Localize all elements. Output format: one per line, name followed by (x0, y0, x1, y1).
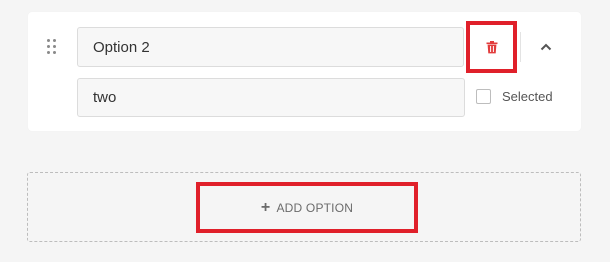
chevron-up-icon (540, 43, 552, 51)
collapse-button[interactable] (535, 36, 557, 58)
option-label-input[interactable] (93, 38, 448, 56)
option-label-field[interactable] (77, 27, 464, 67)
delete-option-button[interactable] (466, 21, 517, 73)
drag-handle-icon[interactable] (47, 39, 57, 55)
selected-label: Selected (502, 89, 553, 104)
add-option-button[interactable]: + ADD OPTION (196, 182, 418, 233)
divider (520, 32, 521, 62)
option-value-input[interactable] (93, 89, 449, 106)
option-value-field[interactable] (77, 78, 465, 117)
trash-icon (486, 40, 497, 53)
plus-icon: + (260, 198, 271, 216)
add-option-label: ADD OPTION (276, 200, 354, 215)
selected-checkbox[interactable] (476, 89, 491, 104)
